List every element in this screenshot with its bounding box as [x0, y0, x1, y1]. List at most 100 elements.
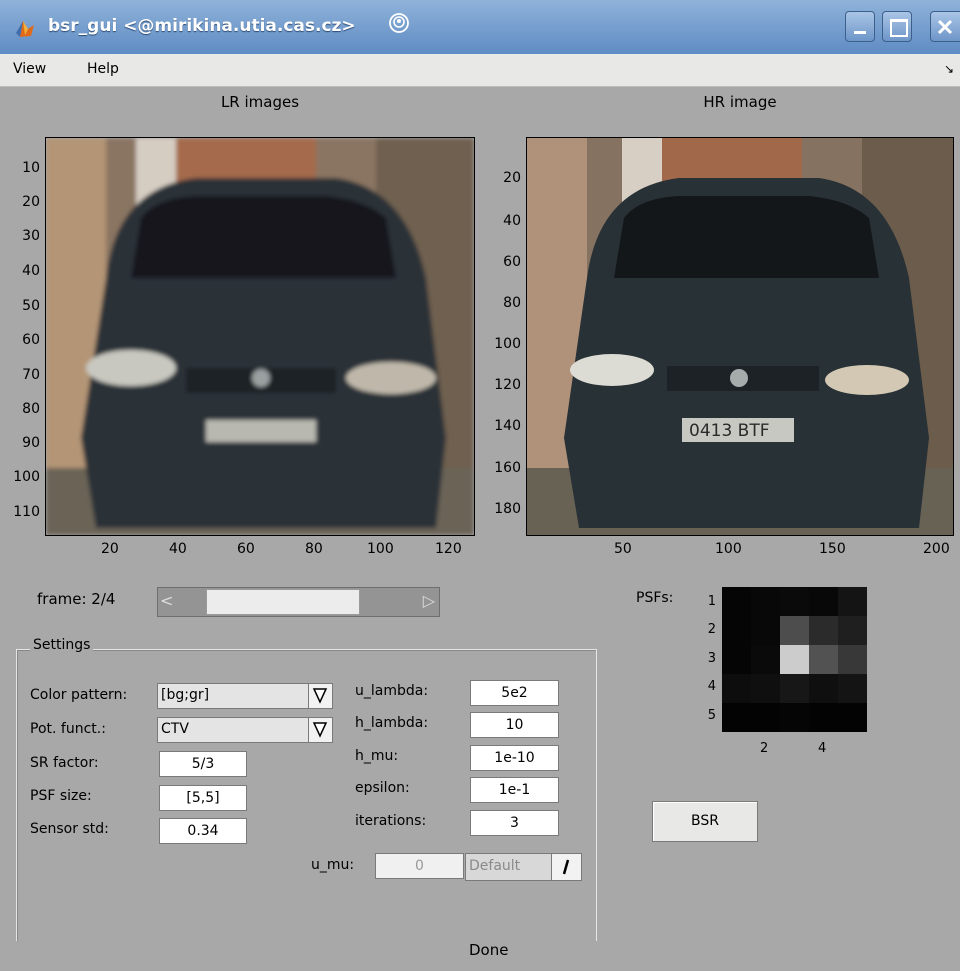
psf-cell: [722, 674, 752, 704]
sensor-std-label: Sensor std:: [30, 821, 109, 837]
psf-cell: [780, 616, 810, 646]
hr-y-tick: 40: [503, 213, 521, 229]
close-icon: [937, 19, 953, 35]
minimize-button[interactable]: [845, 11, 875, 42]
hr-y-tick: 140: [494, 418, 521, 434]
psf-size-label: PSF size:: [30, 788, 92, 804]
hr-y-tick: 20: [503, 170, 521, 186]
spiral-icon: [389, 13, 409, 33]
epsilon-input[interactable]: 1e-1: [470, 777, 559, 803]
psf-x-tick: 2: [760, 741, 769, 756]
iterations-label: iterations:: [355, 813, 427, 829]
psf-cell: [838, 587, 867, 617]
psf-cell: [780, 674, 810, 704]
lr-y-tick: 60: [22, 332, 40, 348]
psf-cell: [809, 674, 839, 704]
color-pattern-label: Color pattern:: [30, 687, 128, 703]
psf-cell: [809, 587, 839, 617]
hr-car-picture: 0413 BTF: [527, 138, 953, 535]
h-lambda-input[interactable]: 10: [470, 712, 559, 738]
matlab-icon: [16, 21, 34, 37]
psf-cell: [809, 645, 839, 675]
menu-view[interactable]: View: [13, 61, 46, 77]
h-mu-input[interactable]: 1e-10: [470, 745, 559, 771]
dock-arrow-icon[interactable]: ↘: [944, 62, 954, 76]
slider-right-arrow-icon[interactable]: ▷: [423, 591, 435, 610]
psf-size-input[interactable]: [5,5]: [159, 785, 247, 811]
u-mu-default-label: Default: [469, 858, 521, 874]
lr-x-tick: 20: [101, 541, 119, 557]
hr-y-tick: 160: [494, 460, 521, 476]
psf-cell: [722, 703, 752, 732]
lr-car-picture: [46, 138, 474, 535]
psf-cell: [780, 587, 810, 617]
psf-y-tick: 2: [707, 622, 716, 637]
hr-image[interactable]: 0413 BTF: [526, 137, 954, 536]
lr-y-tick: 90: [22, 435, 40, 451]
lr-x-tick: 60: [237, 541, 255, 557]
pot-funct-select[interactable]: CTV: [157, 717, 333, 743]
lr-x-tick: 100: [367, 541, 394, 557]
maximize-button[interactable]: [882, 11, 912, 42]
psf-cell: [809, 703, 839, 732]
psf-y-tick: 3: [707, 651, 716, 666]
psf-cell: [838, 674, 867, 704]
lr-y-tick: 40: [22, 263, 40, 279]
pot-funct-value: CTV: [161, 721, 189, 737]
hr-y-tick: 80: [503, 295, 521, 311]
menu-help[interactable]: Help: [87, 61, 119, 77]
frame-slider[interactable]: < ▷: [157, 587, 440, 617]
chevron-down-icon[interactable]: [308, 684, 332, 708]
u-lambda-label: u_lambda:: [355, 683, 429, 699]
color-pattern-select[interactable]: [bg;gr]: [157, 683, 333, 709]
psf-cell: [751, 645, 781, 675]
window-title: bsr_gui <@mirikina.utia.cas.cz>: [48, 16, 356, 36]
lr-y-tick: 110: [13, 504, 40, 520]
title-bar[interactable]: bsr_gui <@mirikina.utia.cas.cz>: [0, 0, 960, 55]
psf-cell: [780, 703, 810, 732]
lr-x-tick: 120: [435, 541, 462, 557]
slider-thumb[interactable]: [206, 589, 360, 615]
h-lambda-label: h_lambda:: [355, 715, 429, 731]
color-pattern-value: [bg;gr]: [161, 687, 210, 703]
lr-x-tick: 40: [169, 541, 187, 557]
hr-y-tick: 60: [503, 254, 521, 270]
svg-text:0413 BTF: 0413 BTF: [689, 421, 770, 441]
sr-factor-input[interactable]: 5/3: [159, 751, 247, 777]
psf-y-tick: 4: [707, 679, 716, 694]
lr-x-ticks: 20 40 60 80 100 120: [45, 541, 475, 561]
lr-y-tick: 20: [22, 194, 40, 210]
psf-y-tick: 5: [707, 708, 716, 723]
lr-y-tick: 70: [22, 367, 40, 383]
lr-y-tick: 10: [22, 160, 40, 176]
psf-cell: [838, 703, 867, 732]
bsr-button[interactable]: BSR: [652, 801, 758, 842]
slider-left-arrow-icon[interactable]: <: [160, 591, 173, 610]
psf-cell: [722, 616, 752, 646]
psf-cell: [838, 645, 867, 675]
sensor-std-input[interactable]: 0.34: [159, 818, 247, 844]
epsilon-label: epsilon:: [355, 780, 410, 796]
psf-x-tick: 4: [818, 741, 827, 756]
psf-cell: [751, 674, 781, 704]
close-button[interactable]: [930, 11, 960, 42]
u-lambda-input[interactable]: 5e2: [470, 680, 559, 706]
status-text: Done: [469, 941, 509, 959]
chevron-down-icon[interactable]: [308, 718, 332, 742]
psf-cell: [751, 703, 781, 732]
lr-y-tick: 30: [22, 228, 40, 244]
status-bar: Done: [0, 941, 960, 971]
iterations-input[interactable]: 3: [470, 810, 559, 836]
lr-y-tick: 80: [22, 401, 40, 417]
u-mu-input[interactable]: 0: [375, 853, 464, 879]
u-mu-label: u_mu:: [311, 857, 355, 873]
lr-image[interactable]: [45, 137, 475, 536]
u-mu-default-toggle[interactable]: Default: [465, 853, 582, 881]
edit-icon[interactable]: [551, 854, 581, 880]
psf-cell: [838, 616, 867, 646]
psf-cell: [780, 645, 810, 675]
frame-label: frame: 2/4: [37, 590, 116, 608]
psf-y-tick: 1: [707, 594, 716, 609]
maximize-icon: [890, 19, 908, 37]
psf-cell: [722, 645, 752, 675]
